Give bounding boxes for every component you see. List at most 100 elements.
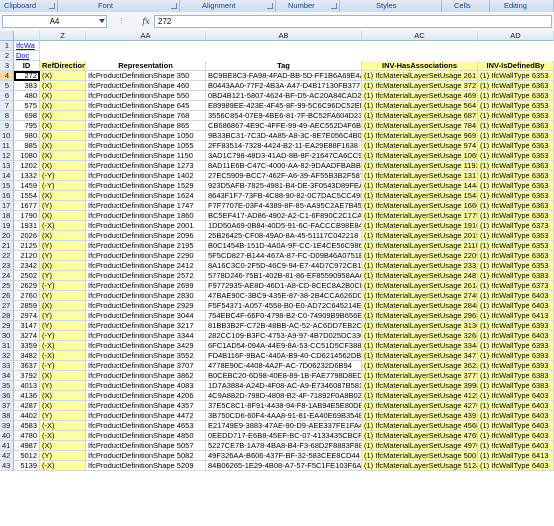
has-associations-cell[interactable]: (1) IfcMaterialLayerSetUsage 3471 <box>362 351 478 361</box>
tag-cell[interactable]: 27EC5909-BCC7-462F-A6-39-AF55B3B2F587 <box>206 171 362 181</box>
refdirection-cell[interactable]: (X) <box>40 141 86 151</box>
row-header[interactable]: 24 <box>0 271 14 281</box>
id-cell[interactable]: 2125 <box>14 241 40 251</box>
id-cell[interactable]: 3637 <box>14 361 40 371</box>
row-header[interactable]: 14 <box>0 171 14 181</box>
has-associations-cell[interactable]: (1) IfcMaterialLayerSetUsage 2848 <box>362 301 478 311</box>
tag-cell[interactable]: 5778D246-75B1-402B-81-86-EF85590958AAC <box>206 271 362 281</box>
has-associations-cell[interactable]: (1) IfcMaterialLayerSetUsage 2015 <box>362 231 478 241</box>
tag-cell[interactable]: B0CEBC20-6D98-40E8-89-1B-FAE7798D8EDA <box>206 371 362 381</box>
refdirection-cell[interactable]: (-X) <box>40 351 86 361</box>
id-cell[interactable]: 1459 <box>14 181 40 191</box>
id-cell[interactable]: 1202 <box>14 161 40 171</box>
has-associations-cell[interactable]: (1) IfcMaterialLayerSetUsage 3263 <box>362 331 478 341</box>
representation-cell[interactable]: IfcProductDefinitionShape 4653 <box>86 421 206 431</box>
is-defined-by-cell[interactable]: (1) IfcWallType 6383 <box>478 371 554 381</box>
refdirection-cell[interactable]: (Y) <box>40 291 86 301</box>
is-defined-by-cell[interactable]: (1) IfcWallType 6403 <box>478 401 554 411</box>
dialog-launcher-icon[interactable] <box>171 3 177 9</box>
tag-cell[interactable]: F7F7707E-03F4-4389-8F-85-AA95C2AE7B45 <box>206 201 362 211</box>
id-cell[interactable]: 1931 <box>14 221 40 231</box>
ribbon-group-editing[interactable]: Editing <box>490 0 554 12</box>
representation-cell[interactable]: IfcProductDefinitionShape 1529 <box>86 181 206 191</box>
is-defined-by-cell[interactable]: (1) IfcWallType 6403 <box>478 391 554 401</box>
is-defined-by-cell[interactable]: (1) IfcWallType 6403 <box>478 301 554 311</box>
has-associations-cell[interactable]: (1) IfcMaterialLayerSetUsage 261 <box>362 71 478 81</box>
representation-cell[interactable]: IfcProductDefinitionShape 2830 <box>86 291 206 301</box>
refdirection-cell[interactable]: (Y) <box>40 271 86 281</box>
insert-function-button[interactable]: fx <box>140 15 152 28</box>
row-header[interactable]: 40 <box>0 431 14 441</box>
tag-cell[interactable]: 3AD1C798-48D3-41AD-8B-8F-21647CA6CC9 <box>206 151 362 161</box>
id-cell[interactable]: 1554 <box>14 191 40 201</box>
column-header-y[interactable] <box>14 31 40 41</box>
header-has-associations[interactable]: INV-HasAssociations <box>362 61 478 71</box>
row-header[interactable]: 38 <box>0 411 14 421</box>
is-defined-by-cell[interactable]: (1) IfcWallType 6353 <box>478 101 554 111</box>
refdirection-cell[interactable]: (X) <box>40 401 86 411</box>
representation-cell[interactable]: IfcProductDefinitionShape 3429 <box>86 341 206 351</box>
ribbon-group-font[interactable]: Font <box>58 0 180 12</box>
has-associations-cell[interactable]: (1) IfcMaterialLayerSetUsage 1069 <box>362 151 478 161</box>
id-cell[interactable]: 3147 <box>14 321 40 331</box>
dialog-launcher-icon[interactable] <box>49 3 55 9</box>
is-defined-by-cell[interactable]: (1) IfcWallType 6373 <box>478 221 554 231</box>
row-header[interactable]: 32 <box>0 351 14 361</box>
representation-cell[interactable]: IfcProductDefinitionShape 5057 <box>86 441 206 451</box>
is-defined-by-cell[interactable]: (1) IfcWallType 6403 <box>478 331 554 341</box>
representation-cell[interactable]: IfcProductDefinitionShape 865 <box>86 121 206 131</box>
row-header[interactable]: 41 <box>0 441 14 451</box>
row-header[interactable]: 17 <box>0 201 14 211</box>
id-cell[interactable]: 2342 <box>14 261 40 271</box>
refdirection-cell[interactable]: (Y) <box>40 251 86 261</box>
header-id[interactable]: ID <box>14 61 40 71</box>
row-header[interactable]: 16 <box>0 191 14 201</box>
representation-cell[interactable]: IfcProductDefinitionShape 2929 <box>86 301 206 311</box>
refdirection-cell[interactable]: (X) <box>40 231 86 241</box>
id-cell[interactable]: 2760 <box>14 291 40 301</box>
column-header-ad[interactable]: AD <box>478 31 554 41</box>
id-cell[interactable]: 3792 <box>14 371 40 381</box>
spreadsheet-grid[interactable]: Z AA AB AC AD 1 IfcWa 2 Doc 3 ID RefDire… <box>0 31 554 526</box>
has-associations-cell[interactable]: (1) IfcMaterialLayerSetUsage 372 <box>362 81 478 91</box>
tag-cell[interactable]: 81BB3B2F-C72B-48BB-AC-52-AC6DD7EB2C4D <box>206 321 362 331</box>
has-associations-cell[interactable]: (1) IfcMaterialLayerSetUsage 969 <box>362 131 478 141</box>
is-defined-by-cell[interactable]: (1) IfcWallType 6363 <box>478 191 554 201</box>
row-header[interactable]: 19 <box>0 221 14 231</box>
tag-cell[interactable]: 4C9A882D-798D-4808-B2-4F-71892F0A8B02 <box>206 391 362 401</box>
representation-cell[interactable]: IfcProductDefinitionShape 2096 <box>86 231 206 241</box>
has-associations-cell[interactable]: (1) IfcMaterialLayerSetUsage 3777 <box>362 371 478 381</box>
ribbon-group-cells[interactable]: Cells <box>442 0 490 12</box>
id-cell[interactable]: 2974 <box>14 311 40 321</box>
refdirection-cell[interactable]: (-Y) <box>40 361 86 371</box>
has-associations-cell[interactable]: (1) IfcMaterialLayerSetUsage 3136 <box>362 321 478 331</box>
tag-cell[interactable]: BC9BE8C3-FA98-4FAD-BB-5D-FF1B6A69E4AC <box>206 71 362 81</box>
is-defined-by-cell[interactable]: (1) IfcWallType 6403 <box>478 411 554 421</box>
is-defined-by-cell[interactable]: (1) IfcWallType 6403 <box>478 421 554 431</box>
row-header[interactable]: 2 <box>0 51 14 61</box>
hyperlink-cell[interactable]: Doc <box>14 51 40 61</box>
has-associations-cell[interactable]: (1) IfcMaterialLayerSetUsage 2110 <box>362 241 478 251</box>
row-header[interactable]: 26 <box>0 291 14 301</box>
id-cell[interactable]: 980 <box>14 131 40 141</box>
tag-cell[interactable]: 754EBC4F-66F0-4798-B2-C0-74909B9B656E <box>206 311 362 321</box>
row-header[interactable]: 22 <box>0 251 14 261</box>
is-defined-by-cell[interactable]: (1) IfcWallType 6403 <box>478 461 554 471</box>
dialog-launcher-icon[interactable] <box>267 3 273 9</box>
representation-cell[interactable]: IfcProductDefinitionShape 5082 <box>86 451 206 461</box>
id-cell[interactable]: 4136 <box>14 391 40 401</box>
has-associations-cell[interactable]: (1) IfcMaterialLayerSetUsage 4276 <box>362 401 478 411</box>
refdirection-cell[interactable]: (Y) <box>40 381 86 391</box>
has-associations-cell[interactable]: (1) IfcMaterialLayerSetUsage 4391 <box>362 411 478 421</box>
id-cell[interactable]: 2502 <box>14 271 40 281</box>
ribbon-group-clipboard[interactable]: Clipboard <box>0 0 58 12</box>
row-header[interactable]: 42 <box>0 451 14 461</box>
row-header[interactable]: 30 <box>0 331 14 341</box>
tag-cell[interactable]: 37E5C8C1-8F91-4438-94-F8-1AB94E5E80DB <box>206 401 362 411</box>
id-cell[interactable]: 3482 <box>14 351 40 361</box>
tag-cell[interactable]: 2FF83514-7328-4424-B2-11-EA29E88F1638 <box>206 141 362 151</box>
id-cell[interactable]: 272 <box>14 71 40 81</box>
representation-cell[interactable]: IfcProductDefinitionShape 4083 <box>86 381 206 391</box>
tag-cell[interactable]: 0BD4B121-5807-4624-BF-D5-AC20A84CAD22 <box>206 91 362 101</box>
id-cell[interactable]: 1677 <box>14 201 40 211</box>
